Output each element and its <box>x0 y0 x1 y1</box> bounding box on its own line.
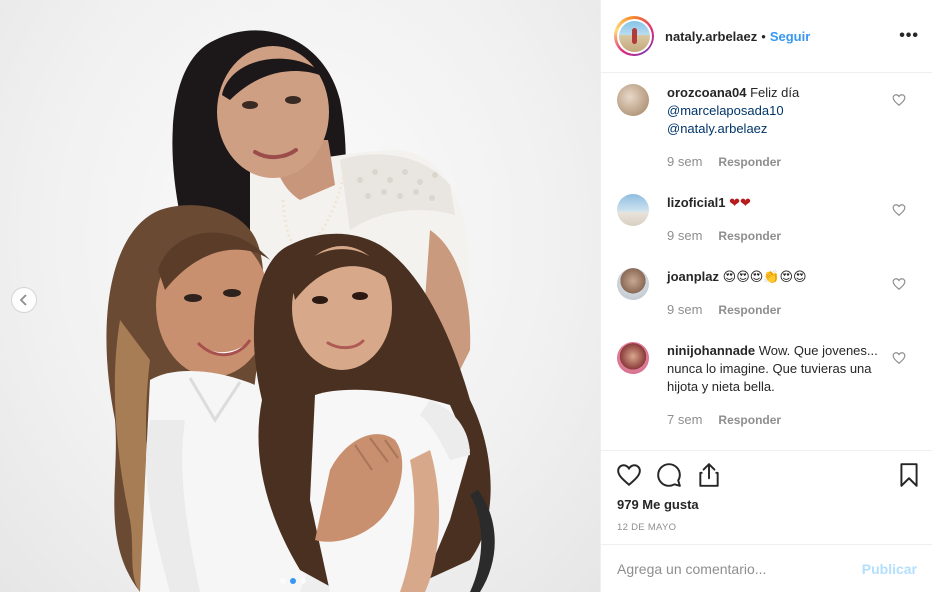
carousel-dot <box>300 578 306 584</box>
reply-button[interactable]: Responder <box>718 303 781 317</box>
reply-button[interactable]: Responder <box>718 229 781 243</box>
mention-link[interactable]: @marcelaposada10 <box>667 102 887 120</box>
comment-input[interactable] <box>617 560 862 577</box>
likes-count[interactable]: 979 Me gusta <box>617 497 699 512</box>
bookmark-icon[interactable] <box>896 462 922 488</box>
author-username[interactable]: nataly.arbelaez <box>665 29 757 44</box>
comment-text: 😍😍😍👏😍😍 <box>722 269 807 284</box>
avatar[interactable] <box>617 342 649 374</box>
carousel-indicator <box>280 578 306 584</box>
comment-text: ❤❤ <box>729 195 751 210</box>
like-comment-heart-icon[interactable] <box>892 351 906 365</box>
comment-username[interactable]: lizoficial1 <box>667 195 726 210</box>
post-date: 12 DE MAYO <box>617 522 677 533</box>
carousel-prev-button[interactable] <box>11 287 37 313</box>
comments-list[interactable]: orozcoana04 Feliz día @marcelaposada10 @… <box>601 74 932 450</box>
avatar[interactable] <box>617 84 649 116</box>
more-options-icon[interactable]: ••• <box>899 27 919 45</box>
comment-username[interactable]: joanplaz <box>667 269 719 284</box>
post-sidebar: nataly.arbelaez • Seguir ••• orozcoana04… <box>600 0 932 592</box>
like-comment-heart-icon[interactable] <box>892 203 906 217</box>
add-comment-bar: Publicar <box>601 544 932 592</box>
avatar[interactable] <box>617 194 649 226</box>
carousel-dot <box>280 578 286 584</box>
publish-button[interactable]: Publicar <box>862 561 917 577</box>
separator-dot: • <box>761 28 766 44</box>
reply-button[interactable]: Responder <box>718 413 781 427</box>
avatar[interactable] <box>617 268 649 300</box>
like-comment-heart-icon[interactable] <box>892 93 906 107</box>
comment-bubble-icon[interactable] <box>656 462 682 488</box>
post-actions: 979 Me gusta 12 DE MAYO <box>601 450 932 544</box>
comment-username[interactable]: orozcoana04 <box>667 85 746 100</box>
comment-time[interactable]: 7 sem <box>667 412 702 427</box>
comment-username[interactable]: ninijohannade <box>667 343 755 358</box>
family-portrait-image <box>106 30 495 592</box>
story-ring[interactable] <box>614 16 654 56</box>
post-photo[interactable] <box>0 0 600 592</box>
follow-button[interactable]: Seguir <box>770 29 810 44</box>
comment-time[interactable]: 9 sem <box>667 228 702 243</box>
comment-text: Feliz día <box>750 85 800 100</box>
chevron-left-icon <box>19 294 27 306</box>
mention-link[interactable]: @nataly.arbelaez <box>667 120 887 138</box>
reply-button[interactable]: Responder <box>718 155 781 169</box>
comment-time[interactable]: 9 sem <box>667 302 702 317</box>
like-comment-heart-icon[interactable] <box>892 277 906 291</box>
comment-time[interactable]: 9 sem <box>667 154 702 169</box>
post-header: nataly.arbelaez • Seguir ••• <box>601 0 932 73</box>
avatar[interactable] <box>618 20 650 52</box>
like-heart-icon[interactable] <box>616 462 642 488</box>
share-icon[interactable] <box>696 462 722 488</box>
carousel-dot-active <box>290 578 296 584</box>
